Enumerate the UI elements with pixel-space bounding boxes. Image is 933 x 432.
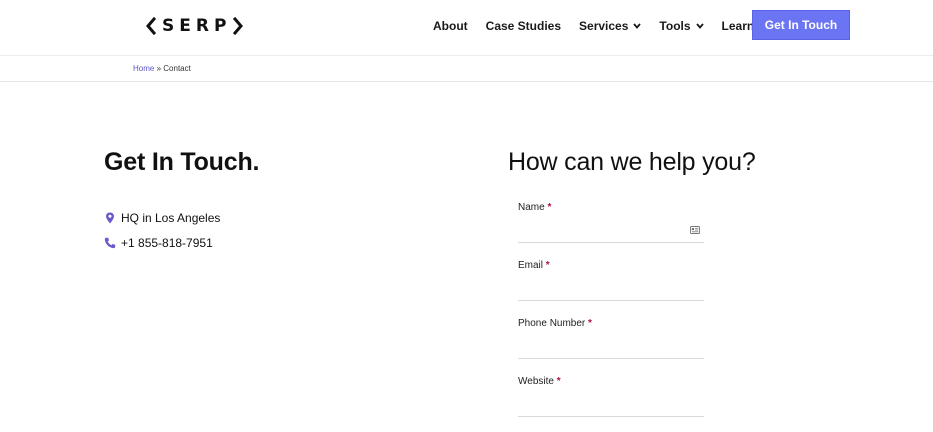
field-label-text: Phone Number: [518, 318, 586, 329]
phone-number-input[interactable]: [518, 335, 704, 359]
required-mark: *: [545, 260, 550, 271]
website-field: Website *: [518, 376, 704, 417]
nav-label: Tools: [659, 19, 691, 33]
breadcrumb-bar: Home » Contact: [0, 57, 933, 82]
main-nav: About Case Studies Services Tools Learn: [433, 0, 785, 52]
field-label-text: Email: [518, 260, 544, 271]
field-label-text: Website: [518, 376, 554, 387]
email-field: Email *: [518, 260, 704, 301]
breadcrumb-separator: »: [156, 64, 162, 73]
logo-left-bracket-icon: [146, 17, 156, 35]
location-line: HQ in Los Angeles: [104, 211, 220, 225]
site-header: SERP About Case Studies Services Tools L…: [0, 0, 933, 56]
required-mark: *: [547, 202, 552, 213]
nav-about[interactable]: About: [433, 19, 468, 33]
email-label: Email *: [518, 260, 704, 271]
phone-icon: [104, 237, 116, 249]
name-input[interactable]: [518, 219, 704, 243]
email-input[interactable]: [518, 277, 704, 301]
nav-label: About: [433, 19, 468, 33]
form-heading: How can we help you?: [508, 148, 756, 176]
logo-right-bracket-icon: [233, 17, 244, 35]
breadcrumb: Home » Contact: [133, 64, 191, 73]
nav-tools[interactable]: Tools: [659, 19, 704, 33]
map-pin-icon: [106, 212, 114, 224]
logo-text: SERP: [162, 16, 232, 36]
nav-label: Services: [579, 19, 629, 33]
required-mark: *: [588, 318, 592, 329]
chevron-down-icon: [695, 23, 704, 29]
get-in-touch-button[interactable]: Get In Touch: [752, 10, 850, 40]
chevron-down-icon: [633, 23, 642, 29]
phone-number-field: Phone Number *: [518, 318, 704, 359]
breadcrumb-current: Contact: [163, 64, 191, 73]
nav-label: Case Studies: [485, 19, 562, 33]
contact-page: SERP About Case Studies Services Tools L…: [0, 0, 933, 432]
name-field: Name *: [518, 202, 704, 243]
website-input[interactable]: [518, 393, 704, 417]
contact-card-icon[interactable]: [690, 226, 700, 234]
nav-services[interactable]: Services: [579, 19, 642, 33]
nav-case-studies[interactable]: Case Studies: [486, 19, 561, 33]
website-label: Website *: [518, 376, 704, 387]
phone-line[interactable]: +1 855-818-7951: [104, 236, 213, 250]
site-logo[interactable]: SERP: [146, 14, 244, 38]
field-label-text: Name: [518, 202, 545, 213]
required-mark: *: [556, 376, 561, 387]
phone-text: +1 855-818-7951: [121, 236, 213, 250]
name-label: Name *: [518, 202, 704, 213]
contact-heading: Get In Touch.: [104, 148, 260, 176]
location-text: HQ in Los Angeles: [121, 211, 221, 225]
phone-number-label: Phone Number *: [518, 318, 704, 329]
breadcrumb-home-link[interactable]: Home: [133, 64, 154, 73]
nav-label: Learn: [721, 19, 755, 33]
